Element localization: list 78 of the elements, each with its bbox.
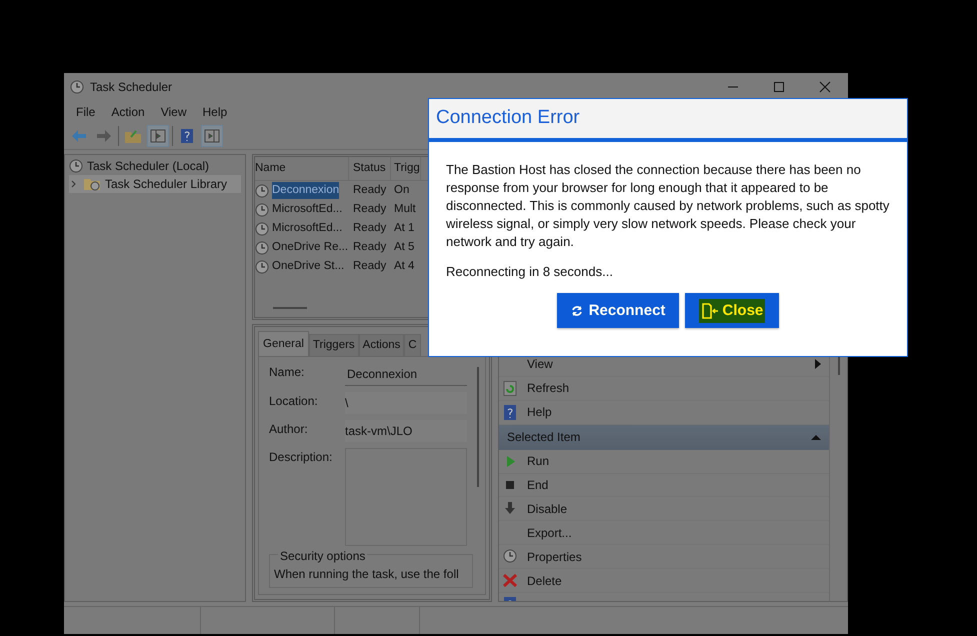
table-cell-text: At 1 [393,220,416,236]
scrollbar-thumb[interactable] [273,307,307,309]
column-header[interactable]: Status [349,156,391,180]
close-button[interactable]: Close [685,293,780,328]
table-cell-text: Ready [352,182,388,198]
pane-icon [149,127,167,145]
pane-command[interactable]: Delete [499,569,829,594]
table-cell-text: At 4 [393,258,416,274]
tab[interactable]: C [404,334,421,356]
section-header[interactable]: Selected Item [499,424,829,450]
menu-item[interactable]: Help [194,103,236,121]
reconnect-button[interactable]: Reconnect [556,293,680,328]
field-value: task-vm\JLO [345,420,467,442]
field-label: Author: [269,421,309,438]
folder-clock-icon [83,177,101,191]
pane-icon [203,127,221,145]
field-value: \ [345,392,467,414]
clock-icon [503,549,517,564]
task-name[interactable]: OneDrive St... [272,258,344,276]
pane-button[interactable] [147,125,169,147]
pane-command[interactable]: Run [499,450,829,474]
task-name[interactable]: MicrosoftEd... [272,220,342,238]
close-icon [819,81,831,93]
section-title: Selected Item [507,429,580,446]
table-cell-text: On [393,182,410,198]
forward-arrow-icon [95,127,113,145]
exit-door-icon [701,302,720,318]
field-label: Name: [269,364,306,382]
tab[interactable]: Triggers [308,334,359,356]
table-cell-text: Ready [352,220,388,236]
field-label: Location: [269,393,319,410]
tree-item[interactable]: Task Scheduler (Local) [69,157,241,175]
table-cell-text: Ready [352,240,388,255]
table-cell-text: Ready [352,258,388,274]
name-field[interactable]: Deconnexion [345,363,467,386]
error-message: The Bastion Host has closed the connection because there has been no response from your browser for long enough that it appeared to be disconnected. This is commonly caused by network problems, such as spotty wireless signal, or simply very slow network speeds. Please check your network and try again. [446,161,890,251]
refresh-icon [570,304,583,316]
pane-command[interactable]: End [499,474,829,498]
pane-command[interactable]: Export... [499,521,829,546]
pane-command[interactable]: Disable [499,497,829,522]
tab[interactable]: General [258,331,309,356]
column-header[interactable]: Trigg [391,156,421,180]
task-name[interactable]: MicrosoftEd... [272,200,342,218]
window-title: Task Scheduler [90,79,172,96]
field-label: Description: [269,449,334,466]
clock-icon [69,159,83,173]
dialog-title: Connection Error [436,106,580,130]
down-arrow-icon [503,501,517,516]
clock-icon [255,184,269,198]
pane-command[interactable]: Refresh [499,376,829,401]
tree-item[interactable]: Task Scheduler Library [69,175,241,193]
table-cell-text: At 5 [393,240,416,255]
table-cell-text: Ready [352,202,388,217]
tab[interactable]: Actions [358,334,404,356]
table-cell-text: Mult [393,202,417,217]
help-icon [178,127,196,145]
countdown-text: Reconnecting in 8 seconds... [446,263,614,281]
refresh-icon [503,380,517,396]
menu-item[interactable]: File [68,103,104,121]
scrollbar-thumb[interactable] [477,367,479,488]
clock-icon [255,202,269,216]
submenu-arrow-icon [815,359,821,370]
help-icon [503,404,517,420]
delete-icon [503,573,517,588]
menu-item[interactable]: View [152,103,194,121]
menu-item[interactable]: Action [103,103,153,121]
clock-icon [70,80,84,94]
maximize-icon [773,81,785,93]
task-name[interactable]: OneDrive Re... [272,238,348,256]
column-header[interactable]: Name [255,156,349,180]
clock-icon [255,260,269,274]
pane-button[interactable] [201,125,223,147]
security-text: When running the task, use the foll [274,567,459,582]
task-name[interactable]: Deconnexion [272,182,340,200]
clock-icon [255,222,269,236]
pane-command[interactable]: Properties [499,545,829,570]
collapse-arrow-icon[interactable] [811,434,821,440]
clock-icon [255,240,269,254]
